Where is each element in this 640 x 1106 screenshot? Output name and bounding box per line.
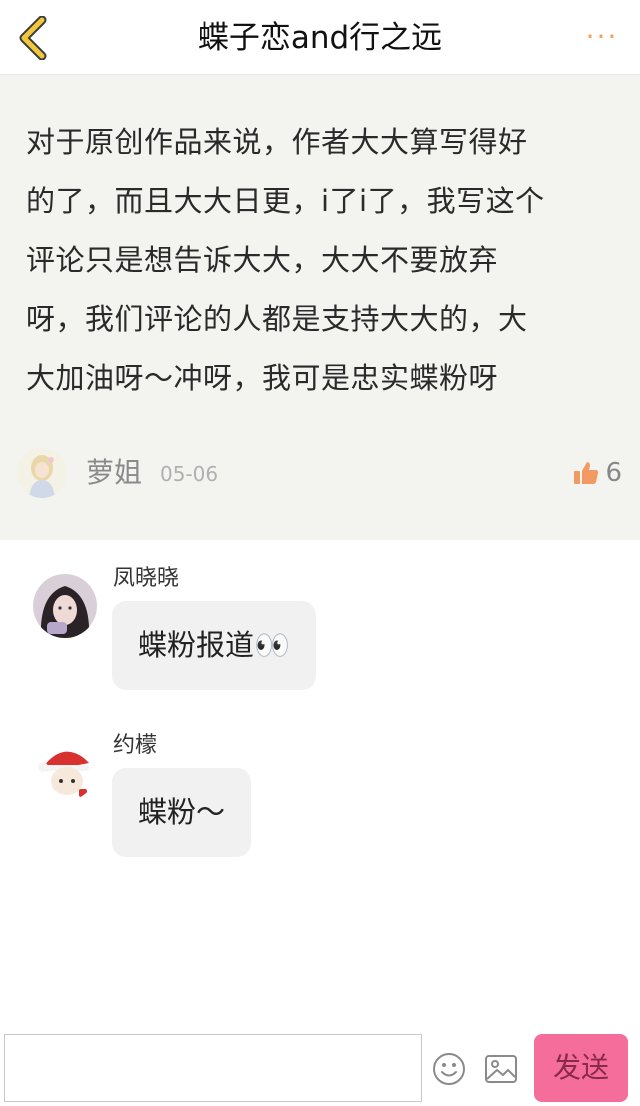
reply-input-bar: 发送	[0, 1028, 640, 1106]
comment-card: 对于原创作品来说，作者大大算写得好 的了，而且大大日更，i了i了，我写这个 评论…	[0, 75, 640, 540]
emoji-button[interactable]	[432, 1052, 466, 1086]
reply-bubble: 蝶粉～	[112, 768, 252, 857]
image-icon	[485, 1055, 517, 1083]
reply-input[interactable]	[4, 1034, 422, 1102]
like-button[interactable]: 6	[573, 453, 622, 493]
avatar[interactable]	[33, 737, 97, 801]
more-options-button[interactable]: ···	[582, 22, 622, 52]
reply-author-name[interactable]: 凤晓晓	[113, 564, 179, 594]
page-title: 蝶子恋and行之远	[197, 20, 443, 56]
comment-text: 对于原创作品来说，作者大大算写得好 的了，而且大大日更，i了i了，我写这个 评论…	[26, 125, 545, 395]
reply-bubble: 蝶粉报道👀	[112, 601, 317, 690]
reply-avatar-image	[33, 737, 97, 801]
top-nav-bar: 蝶子恋and行之远 ···	[0, 0, 640, 75]
image-button[interactable]	[484, 1054, 518, 1084]
reply-author-name[interactable]: 约檬	[113, 731, 157, 761]
reply-item: 凤晓晓 蝶粉报道👀	[0, 560, 640, 700]
like-count: 6	[605, 458, 622, 488]
avatar[interactable]	[33, 574, 97, 638]
author-avatar-image	[17, 448, 67, 498]
send-button[interactable]: 发送	[534, 1034, 628, 1102]
smiley-icon	[433, 1053, 465, 1085]
comment-date: 05-06	[160, 462, 219, 486]
comment-author-name[interactable]: 萝姐	[86, 451, 142, 495]
reply-avatar-image	[33, 574, 97, 638]
reply-item: 约檬 蝶粉～	[0, 727, 640, 867]
chevron-left-icon	[19, 15, 47, 61]
back-button[interactable]	[14, 15, 54, 61]
avatar[interactable]	[17, 448, 67, 498]
thumbs-up-icon	[574, 462, 599, 484]
